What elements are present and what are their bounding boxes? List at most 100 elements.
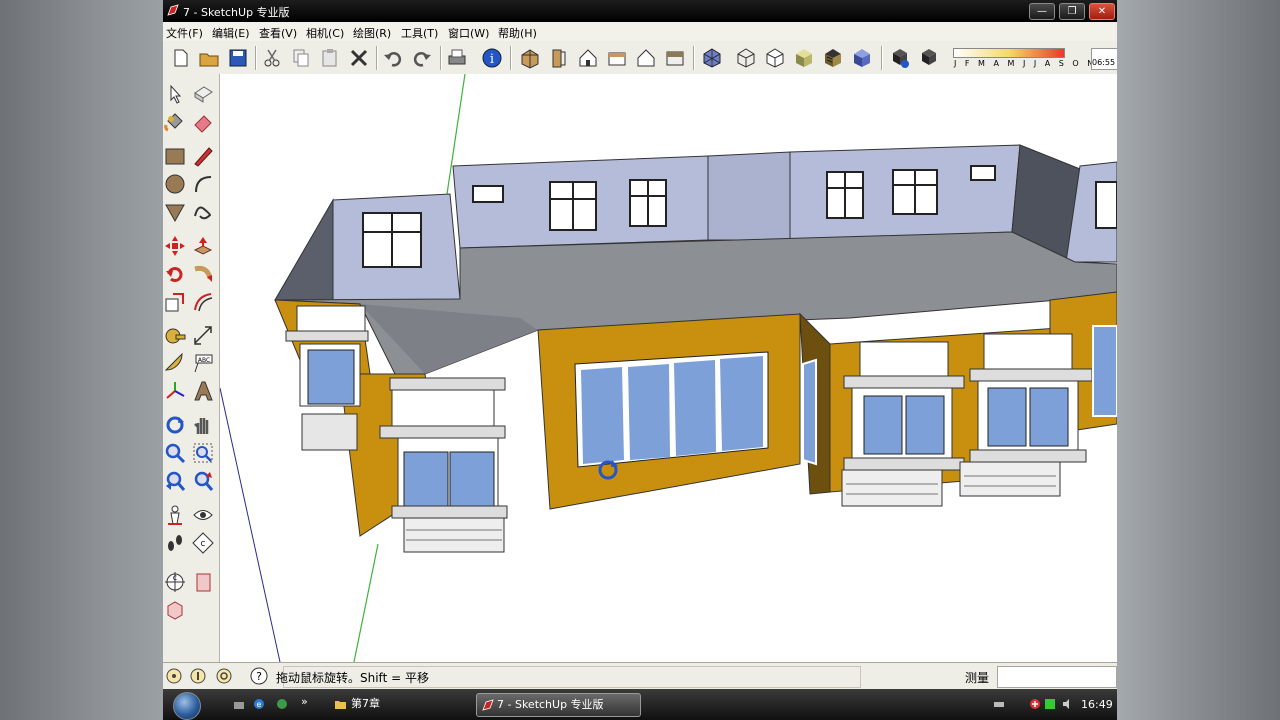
pan-hand-icon[interactable] bbox=[192, 414, 214, 436]
walk-footprints-icon[interactable] bbox=[164, 532, 186, 554]
front-view-icon[interactable] bbox=[577, 47, 599, 69]
taskbar-item-folder[interactable]: 第7章 bbox=[331, 693, 471, 715]
text-label-icon[interactable]: ABC bbox=[192, 352, 214, 374]
paste-icon[interactable] bbox=[319, 47, 341, 69]
display-section-cuts-icon[interactable] bbox=[192, 571, 214, 593]
eraser-icon[interactable] bbox=[192, 111, 214, 133]
quicklaunch-ie-icon[interactable]: e bbox=[253, 698, 265, 710]
move-icon[interactable] bbox=[164, 235, 186, 257]
circle-icon[interactable] bbox=[164, 173, 186, 195]
look-around-eye-icon[interactable] bbox=[192, 504, 214, 526]
left-view-icon[interactable] bbox=[664, 47, 686, 69]
back-view-icon[interactable] bbox=[635, 47, 657, 69]
protractor-icon[interactable] bbox=[164, 352, 186, 374]
menu-help[interactable]: 帮助(H) bbox=[498, 25, 537, 41]
axes-icon[interactable] bbox=[164, 380, 186, 402]
push-pull-icon[interactable] bbox=[192, 235, 214, 257]
menu-edit[interactable]: 编辑(E) bbox=[212, 25, 250, 41]
quicklaunch-switch-icon[interactable] bbox=[233, 698, 245, 710]
offset-icon[interactable] bbox=[192, 291, 214, 313]
monochrome-icon[interactable] bbox=[851, 47, 873, 69]
minimize-button[interactable]: — bbox=[1029, 3, 1055, 20]
select-arrow-icon[interactable] bbox=[164, 83, 186, 105]
hidden-line-icon[interactable] bbox=[764, 47, 786, 69]
previous-view-icon[interactable] bbox=[164, 470, 186, 492]
3d-text-icon[interactable] bbox=[192, 380, 214, 402]
xray-icon[interactable] bbox=[701, 47, 723, 69]
rotate-icon[interactable] bbox=[164, 263, 186, 285]
iso-view-icon[interactable] bbox=[519, 47, 541, 69]
section-plane-icon[interactable]: C bbox=[192, 532, 214, 554]
shadow-time-field[interactable]: 06:55 bbox=[1091, 48, 1117, 70]
restore-button[interactable]: ❐ bbox=[1059, 3, 1085, 20]
dimension-icon[interactable] bbox=[192, 324, 214, 346]
polygon-icon[interactable] bbox=[164, 201, 186, 223]
close-button[interactable]: ✕ bbox=[1089, 3, 1115, 20]
position-camera-icon[interactable] bbox=[164, 504, 186, 526]
quicklaunch-browser-icon[interactable] bbox=[276, 698, 288, 710]
copy-icon[interactable] bbox=[290, 47, 312, 69]
taskbar-item-sketchup[interactable]: 7 - SketchUp 专业版 bbox=[476, 693, 641, 717]
make-component-icon[interactable] bbox=[192, 83, 214, 105]
tray-volume-icon[interactable] bbox=[1061, 698, 1073, 710]
credits-icon[interactable] bbox=[189, 667, 207, 685]
follow-me-icon[interactable] bbox=[192, 263, 214, 285]
component-box-icon[interactable] bbox=[164, 599, 186, 621]
title-bar[interactable]: 7 - SketchUp 专业版 — ❐ ✕ bbox=[163, 0, 1117, 22]
bay-window bbox=[285, 305, 369, 451]
sketchup-app-icon bbox=[167, 4, 179, 16]
menu-camera[interactable]: 相机(C) bbox=[306, 25, 344, 41]
menu-draw[interactable]: 绘图(R) bbox=[353, 25, 391, 41]
paint-bucket-icon[interactable] bbox=[164, 111, 186, 133]
shadow-settings-icon[interactable] bbox=[889, 47, 911, 69]
zoom-window-icon[interactable] bbox=[192, 442, 214, 464]
freehand-icon[interactable] bbox=[192, 201, 214, 223]
save-icon[interactable] bbox=[227, 47, 249, 69]
geolocation-icon[interactable] bbox=[165, 667, 183, 685]
shadow-date-slider[interactable] bbox=[953, 48, 1065, 58]
shaded-icon[interactable] bbox=[793, 47, 815, 69]
scale-icon[interactable] bbox=[164, 291, 186, 313]
menu-view[interactable]: 查看(V) bbox=[259, 25, 297, 41]
small-vent-window bbox=[472, 185, 504, 203]
top-view-icon[interactable] bbox=[548, 47, 570, 69]
rectangle-icon[interactable] bbox=[164, 145, 186, 167]
menu-tools[interactable]: 工具(T) bbox=[401, 25, 438, 41]
open-folder-icon[interactable] bbox=[198, 47, 220, 69]
arc-icon[interactable] bbox=[192, 173, 214, 195]
menu-file[interactable]: 文件(F) bbox=[166, 25, 203, 41]
display-section-planes-icon[interactable]: C bbox=[164, 571, 186, 593]
upper-window bbox=[892, 169, 938, 215]
new-file-icon[interactable] bbox=[169, 47, 191, 69]
right-view-icon[interactable] bbox=[606, 47, 628, 69]
zoom-extents-icon[interactable] bbox=[192, 470, 214, 492]
3d-viewport[interactable] bbox=[220, 74, 1117, 662]
green-axis-line-lower bbox=[353, 543, 379, 662]
status-hint-text: 拖动鼠标旋转。Shift = 平移 bbox=[276, 671, 429, 685]
menu-window[interactable]: 窗口(W) bbox=[448, 25, 489, 41]
tray-keyboard-icon[interactable] bbox=[993, 698, 1005, 710]
zoom-icon[interactable] bbox=[164, 442, 186, 464]
shaded-textures-icon[interactable] bbox=[822, 47, 844, 69]
model-info-icon[interactable]: i bbox=[481, 47, 503, 69]
pencil-line-icon[interactable] bbox=[192, 145, 214, 167]
wireframe-icon[interactable] bbox=[735, 47, 757, 69]
display-shadows-icon[interactable] bbox=[918, 47, 940, 69]
upper-wall-middle-b bbox=[707, 151, 791, 241]
delete-icon[interactable] bbox=[348, 47, 370, 69]
tray-security-icon[interactable] bbox=[1029, 698, 1041, 710]
undo-icon[interactable] bbox=[382, 47, 404, 69]
orbit-icon[interactable] bbox=[164, 414, 186, 436]
start-button[interactable] bbox=[173, 692, 201, 720]
toolbar-separator bbox=[693, 46, 695, 70]
print-icon[interactable] bbox=[446, 47, 468, 69]
sign-in-icon[interactable] bbox=[215, 667, 233, 685]
redo-icon[interactable] bbox=[411, 47, 433, 69]
tray-app-icon[interactable] bbox=[1044, 698, 1056, 710]
help-icon[interactable]: ? bbox=[250, 667, 268, 685]
tape-measure-icon[interactable] bbox=[164, 324, 186, 346]
cut-icon[interactable] bbox=[261, 47, 283, 69]
taskbar-clock: 16:49 bbox=[1081, 698, 1113, 711]
quicklaunch-chevron[interactable]: » bbox=[301, 695, 308, 708]
measurements-input[interactable] bbox=[997, 666, 1117, 688]
